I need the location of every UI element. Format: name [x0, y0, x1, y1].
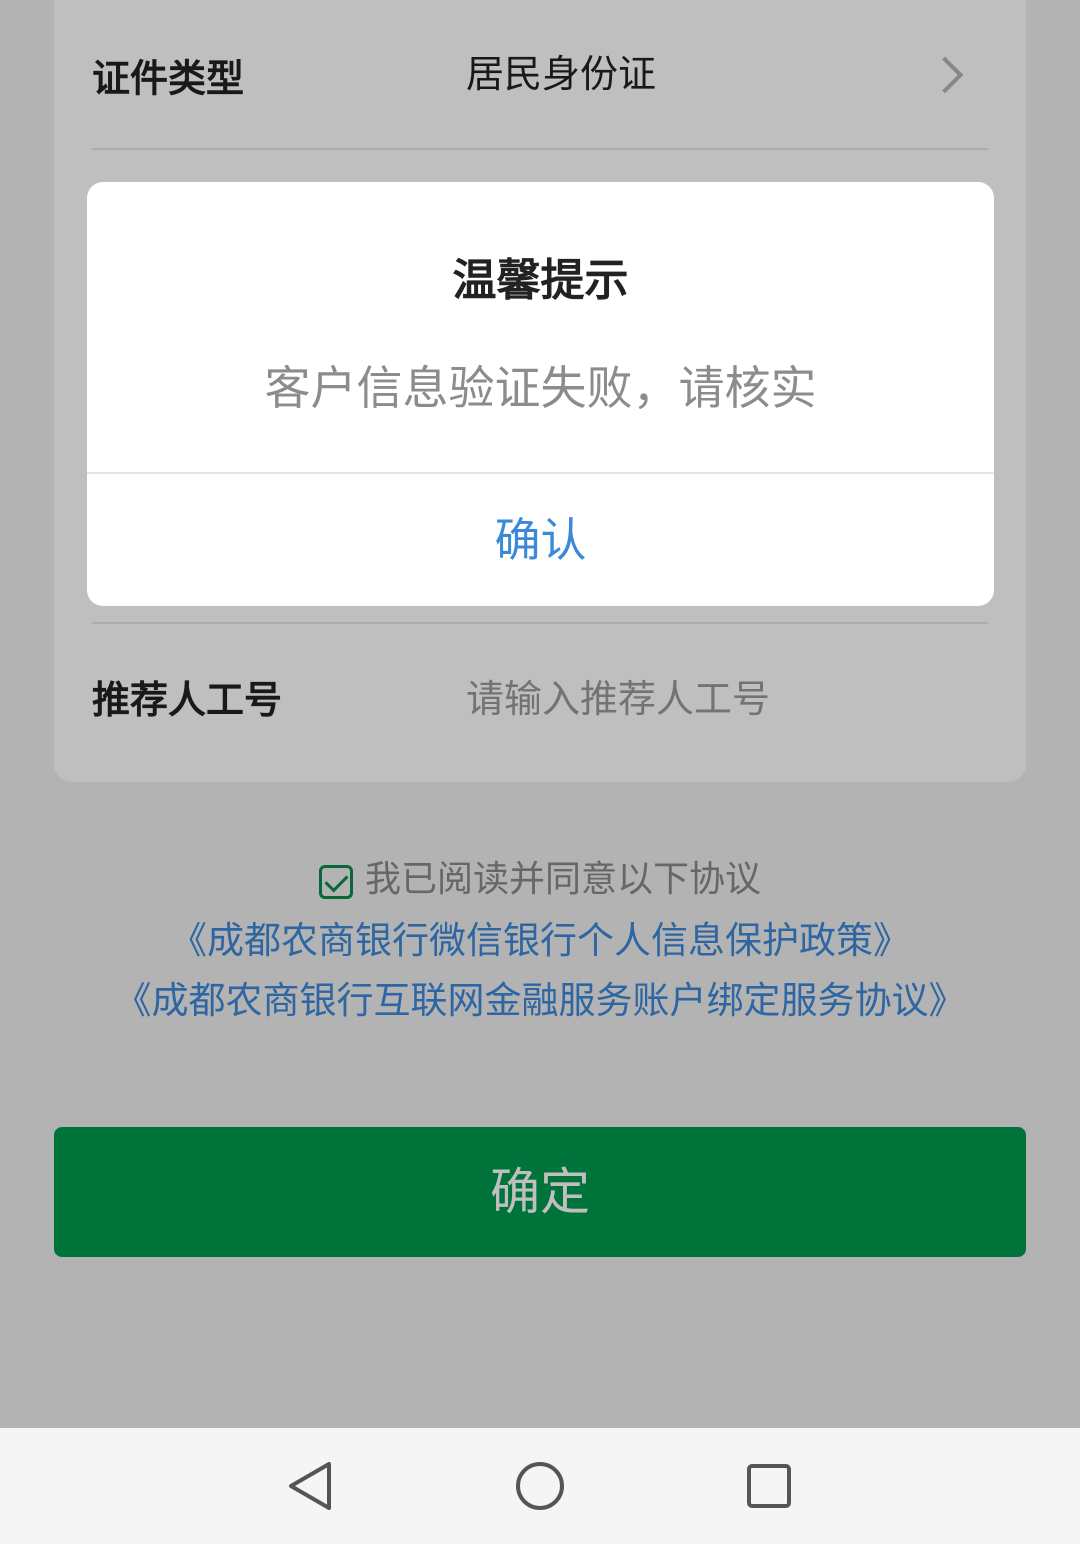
nav-home-button[interactable] — [480, 1428, 600, 1544]
nav-back-button[interactable] — [250, 1428, 370, 1544]
back-triangle-icon — [289, 1462, 331, 1510]
alert-dialog: 温馨提示 客户信息验证失败，请核实 确认 — [87, 182, 994, 606]
dialog-title: 温馨提示 — [452, 255, 629, 306]
system-nav-bar — [0, 1428, 1080, 1544]
dialog-message: 客户信息验证失败，请核实 — [264, 361, 817, 415]
nav-recents-button[interactable] — [709, 1428, 829, 1544]
dialog-confirm-button[interactable]: 确认 — [87, 474, 994, 606]
home-circle-icon — [516, 1462, 564, 1510]
recents-square-icon — [747, 1464, 791, 1508]
